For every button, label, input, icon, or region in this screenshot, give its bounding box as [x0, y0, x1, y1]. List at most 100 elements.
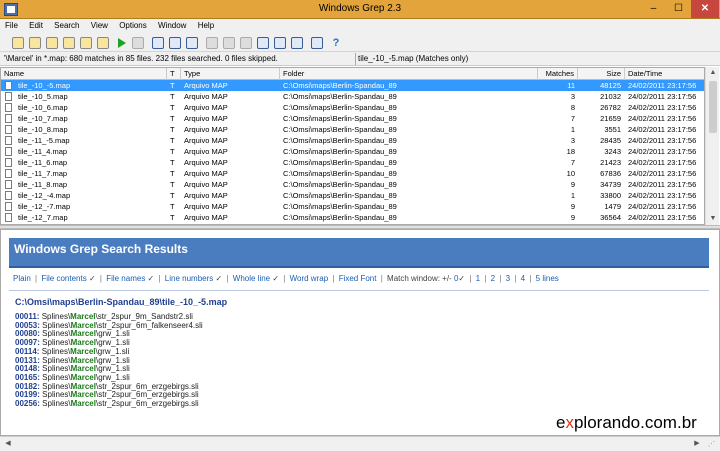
list-vertical-scrollbar[interactable]: ▲ ▼ — [705, 67, 719, 225]
menu-edit[interactable]: Edit — [24, 19, 47, 30]
match-window-4[interactable]: 4 — [521, 274, 525, 283]
menu-window[interactable]: Window — [153, 19, 190, 30]
table-row[interactable]: tile_-11_8.map T Arquivo MAP C:\Omsi\maps\B… — [1, 179, 704, 190]
menu-file[interactable]: File — [0, 19, 22, 30]
option-plain[interactable]: Plain — [13, 274, 31, 283]
cell-matches: 1 — [570, 191, 575, 200]
match-window-3[interactable]: 3 — [506, 274, 510, 283]
match-line[interactable]: 00165: Splines\Marcel\grw_1.sli — [15, 373, 130, 382]
previous-icon[interactable] — [223, 37, 235, 49]
replace-wizard-icon[interactable] — [80, 37, 92, 49]
go-to-icon[interactable] — [257, 37, 269, 49]
column-name[interactable]: Name — [1, 68, 167, 80]
column-type[interactable]: Type — [181, 68, 280, 80]
table-row[interactable]: tile_-10_6.map T Arquivo MAP C:\Omsi\maps\B… — [1, 102, 704, 113]
cell-matches: 3 — [570, 92, 575, 101]
column-t[interactable]: T — [167, 68, 181, 80]
close-button[interactable]: ✕ — [691, 0, 719, 18]
menu-search[interactable]: Search — [49, 19, 83, 30]
cell-t: T — [170, 147, 175, 156]
table-row[interactable]: tile_-11_7.map T Arquivo MAP C:\Omsi\maps\B… — [1, 168, 704, 179]
table-row[interactable]: tile_-11_4.map T Arquivo MAP C:\Omsi\maps\B… — [1, 146, 704, 157]
help-icon[interactable]: ? — [330, 37, 342, 49]
column-folder[interactable]: Folder — [280, 68, 538, 80]
split-vertical-icon[interactable] — [291, 37, 303, 49]
table-row[interactable]: tile_-11_6.map T Arquivo MAP C:\Omsi\maps\B… — [1, 157, 704, 168]
match-line[interactable]: 00256: Splines\Marcel\str_2spur_6m_erzge… — [15, 399, 199, 408]
match-hit: Marcel — [70, 355, 96, 365]
match-line[interactable]: 00097: Splines\Marcel\grw_1.sli — [15, 338, 130, 347]
match-line[interactable]: 00148: Splines\Marcel\grw_1.sli — [15, 364, 130, 373]
match-line[interactable]: 00114: Splines\Marcel\grw_1.sli — [15, 347, 129, 356]
stop-search-icon[interactable] — [132, 37, 144, 49]
cell-t: T — [170, 125, 175, 134]
search-wizard-icon[interactable] — [63, 37, 75, 49]
table-row[interactable]: tile_-12_-4.map T Arquivo MAP C:\Omsi\maps\… — [1, 190, 704, 201]
cell-size: 3243 — [604, 147, 621, 156]
column-date[interactable]: Date/Time — [625, 68, 704, 80]
scroll-down-icon[interactable]: ▼ — [708, 214, 718, 224]
file-icon — [5, 147, 12, 156]
cell-size: 26782 — [600, 103, 621, 112]
option-line-numbers[interactable]: Line numbers — [165, 274, 213, 283]
scroll-right-icon[interactable]: ▶ — [692, 439, 702, 449]
edit-file-icon[interactable] — [186, 37, 198, 49]
cell-name: tile_-12_-4.map — [18, 191, 71, 200]
result-file-path[interactable]: C:\Omsi\maps\Berlin-Spandau_89\tile_-10_… — [15, 297, 227, 307]
menu-help[interactable]: Help — [193, 19, 218, 30]
match-window-2[interactable]: 2 — [491, 274, 495, 283]
match-hit: Marcel — [70, 381, 96, 391]
match-line[interactable]: 00011: Splines\Marcel\str_2spur_9m_Sands… — [15, 312, 193, 321]
option-file-names[interactable]: File names — [106, 274, 145, 283]
copy-icon[interactable] — [46, 37, 58, 49]
table-row[interactable]: tile_-12_7.map T Arquivo MAP C:\Omsi\maps\B… — [1, 212, 704, 223]
match-hit: Marcel — [70, 338, 96, 348]
start-search-icon[interactable] — [115, 37, 127, 49]
save-icon[interactable] — [29, 37, 41, 49]
cell-folder: C:\Omsi\maps\Berlin-Spandau_89 — [283, 92, 397, 101]
open-folder-icon[interactable] — [12, 37, 24, 49]
table-row[interactable]: tile_-10_5.map T Arquivo MAP C:\Omsi\maps\B… — [1, 91, 704, 102]
view-icon[interactable] — [152, 37, 164, 49]
table-row[interactable]: tile_-10_8.map T Arquivo MAP C:\Omsi\maps\B… — [1, 124, 704, 135]
table-row[interactable]: tile_-12_-7.map T Arquivo MAP C:\Omsi\maps\… — [1, 201, 704, 212]
minimize-button[interactable]: – — [641, 0, 666, 18]
cell-date: 24/02/2011 23:17:56 — [628, 92, 697, 101]
maximize-button[interactable]: ☐ — [666, 0, 691, 18]
match-line[interactable]: 00053: Splines\Marcel\str_2spur_6m_falke… — [15, 321, 203, 330]
match-line[interactable]: 00182: Splines\Marcel\str_2spur_6m_erzge… — [15, 382, 199, 391]
menu-options[interactable]: Options — [114, 19, 151, 30]
list-view-icon[interactable] — [311, 37, 323, 49]
match-line[interactable]: 00131: Splines\Marcel\grw_1.sli — [15, 356, 130, 365]
match-line[interactable]: 00199: Splines\Marcel\str_2spur_6m_erzge… — [15, 390, 199, 399]
column-size[interactable]: Size — [578, 68, 625, 80]
table-row[interactable]: tile_-10_7.map T Arquivo MAP C:\Omsi\maps\B… — [1, 113, 704, 124]
match-window-1[interactable]: 1 — [476, 274, 480, 283]
table-row[interactable]: tile_-10_-5.map T Arquivo MAP C:\Omsi\maps\… — [1, 80, 704, 91]
cell-matches: 9 — [570, 180, 575, 189]
cell-matches: 3 — [570, 136, 575, 145]
cell-folder: C:\Omsi\maps\Berlin-Spandau_89 — [283, 81, 397, 90]
column-matches[interactable]: Matches — [538, 68, 578, 80]
file-icon — [5, 213, 12, 222]
scroll-thumb[interactable] — [709, 81, 717, 133]
table-row[interactable]: tile_-11_-5.map T Arquivo MAP C:\Omsi\maps\… — [1, 135, 704, 146]
match-line[interactable]: 00080: Splines\Marcel\grw_1.sli — [15, 329, 130, 338]
file-view-icon[interactable] — [169, 37, 181, 49]
split-horizontal-icon[interactable] — [274, 37, 286, 49]
results-horizontal-scrollbar[interactable]: ◀ ▶ ⋰ — [0, 436, 720, 451]
scroll-left-icon[interactable]: ◀ — [3, 439, 13, 449]
scroll-up-icon[interactable]: ▲ — [708, 68, 718, 78]
search-options-icon[interactable] — [97, 37, 109, 49]
option-fixed-font[interactable]: Fixed Font — [339, 274, 377, 283]
option-whole-line[interactable]: Whole line — [233, 274, 270, 283]
results-file-list: Name T Type Folder Matches Size Date/Tim… — [0, 67, 705, 225]
bookmark-icon[interactable] — [206, 37, 218, 49]
match-window-5[interactable]: 5 lines — [536, 274, 559, 283]
match-pre: Splines\ — [42, 390, 71, 400]
menu-view[interactable]: View — [86, 19, 112, 30]
resize-grip-icon[interactable]: ⋰ — [708, 440, 718, 449]
option-file-contents[interactable]: File contents — [41, 274, 86, 283]
next-icon[interactable] — [240, 37, 252, 49]
option-word-wrap[interactable]: Word wrap — [290, 274, 329, 283]
